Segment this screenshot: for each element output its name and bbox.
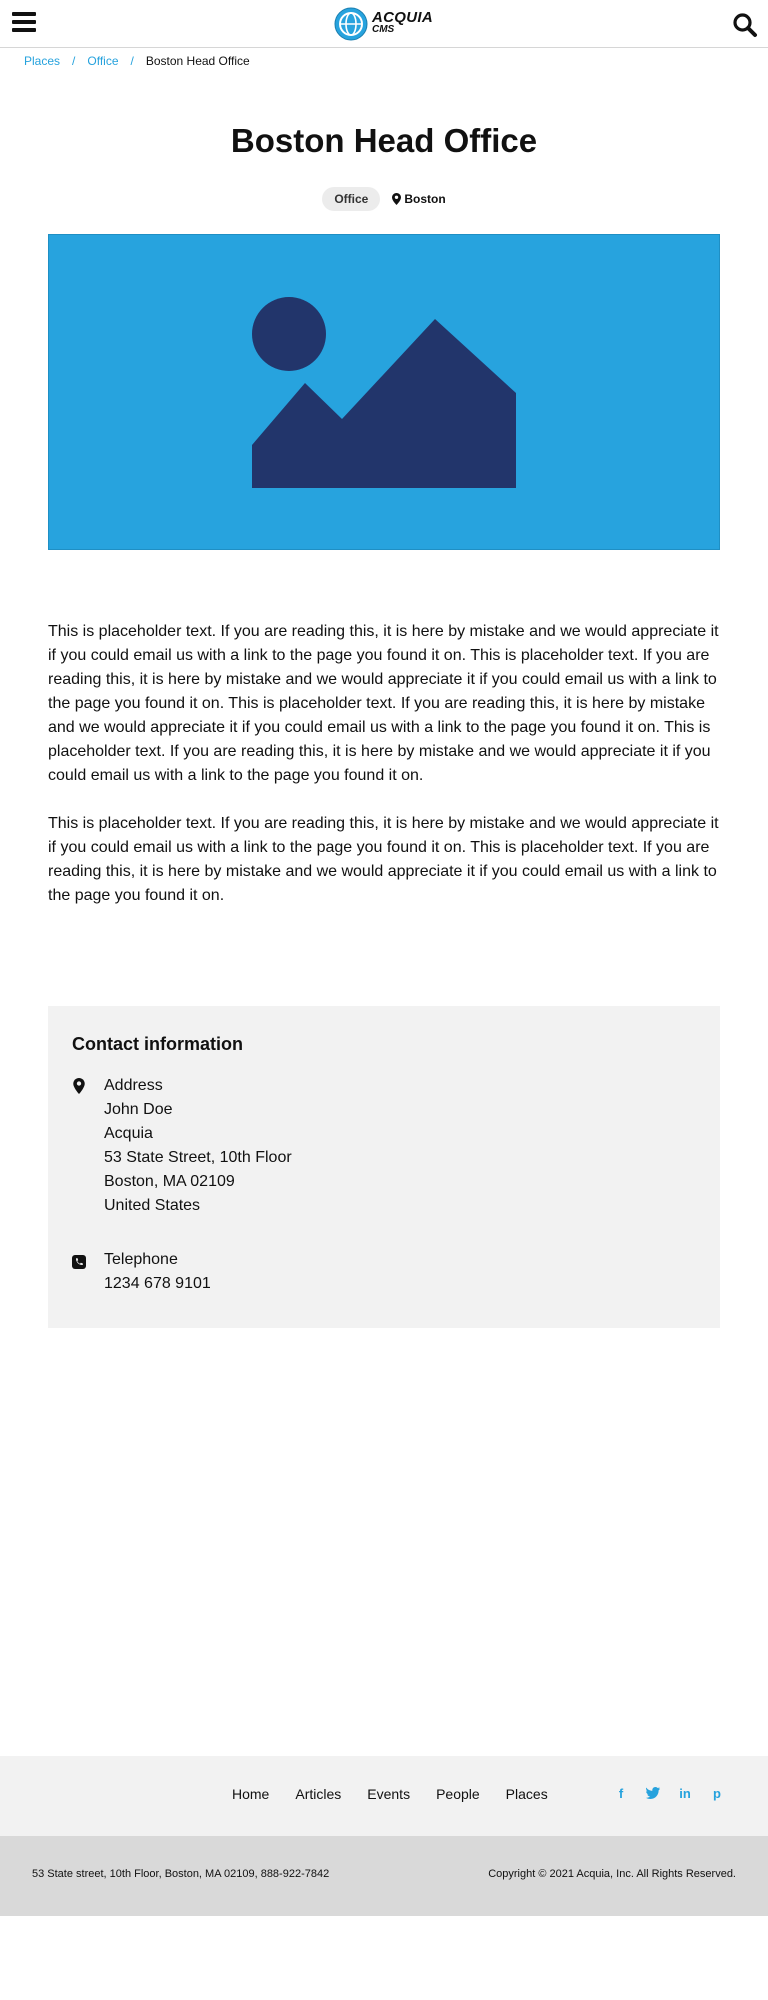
footer-link-articles[interactable]: Articles (295, 1786, 341, 1802)
contact-card: Contact information Address John Doe Acq… (48, 1006, 720, 1328)
breadcrumb-current: Boston Head Office (145, 54, 250, 68)
location-label: Boston (404, 192, 446, 206)
address-line: 53 State Street, 10th Floor (104, 1149, 292, 1166)
footer-address: 53 State street, 10th Floor, Boston, MA … (32, 1868, 330, 1880)
breadcrumb-separator: / (72, 54, 76, 68)
footer-links: Home Articles Events People Places (232, 1786, 548, 1802)
logo-line-1: ACQUIA (372, 9, 433, 26)
hamburger-icon[interactable] (12, 12, 36, 34)
acquia-globe-logo (334, 7, 368, 41)
search-icon[interactable] (732, 12, 758, 38)
footer-link-places[interactable]: Places (506, 1786, 548, 1802)
footer-nav: Home Articles Events People Places f in … (0, 1756, 768, 1836)
breadcrumb-separator: / (130, 54, 134, 68)
phone-icon (72, 1255, 86, 1269)
footer-bottom: 53 State street, 10th Floor, Boston, MA … (0, 1836, 768, 1916)
image-placeholder-icon (252, 297, 516, 488)
twitter-icon[interactable] (646, 1786, 660, 1800)
linkedin-icon[interactable]: in (678, 1786, 692, 1801)
body-text: This is placeholder text. If you are rea… (48, 620, 720, 908)
breadcrumb-link-places[interactable]: Places (24, 54, 60, 68)
site-logo[interactable]: ACQUIA CMS (334, 4, 433, 44)
address-line: Boston, MA 02109 (104, 1173, 235, 1190)
breadcrumb: Places / Office / Boston Head Office (24, 54, 250, 68)
footer-copyright: Copyright © 2021 Acquia, Inc. All Rights… (488, 1868, 736, 1880)
pinterest-icon[interactable]: p (710, 1786, 724, 1801)
location: Boston (392, 192, 446, 206)
footer-link-events[interactable]: Events (367, 1786, 410, 1802)
address-block: Address John Doe Acquia 53 State Street,… (104, 1074, 292, 1218)
address-line: United States (104, 1197, 201, 1214)
contact-heading: Contact information (72, 1034, 243, 1054)
category-tag[interactable]: Office (322, 187, 381, 211)
address-line: John Doe (104, 1101, 173, 1118)
hero-image (48, 234, 720, 550)
breadcrumb-link-office[interactable]: Office (87, 54, 118, 68)
footer-link-home[interactable]: Home (232, 1786, 269, 1802)
map-pin-icon (73, 1078, 85, 1094)
logo-text: ACQUIA CMS (372, 9, 433, 36)
facebook-icon[interactable]: f (614, 1786, 628, 1801)
page-meta: Office Boston (0, 187, 768, 211)
page-title: Boston Head Office (230, 122, 538, 159)
map-pin-icon (392, 193, 402, 205)
address-line: Acquia (104, 1125, 153, 1142)
body-paragraph: This is placeholder text. If you are rea… (48, 815, 719, 904)
footer-link-people[interactable]: People (436, 1786, 480, 1802)
telephone-label: Telephone (104, 1251, 178, 1268)
address-label: Address (104, 1077, 163, 1094)
telephone-block: Telephone 1234 678 9101 (104, 1248, 211, 1296)
site-header: ACQUIA CMS (0, 0, 768, 48)
body-paragraph: This is placeholder text. If you are rea… (48, 623, 719, 784)
telephone-number[interactable]: 1234 678 9101 (104, 1272, 211, 1296)
social-links: f in p (614, 1786, 724, 1801)
